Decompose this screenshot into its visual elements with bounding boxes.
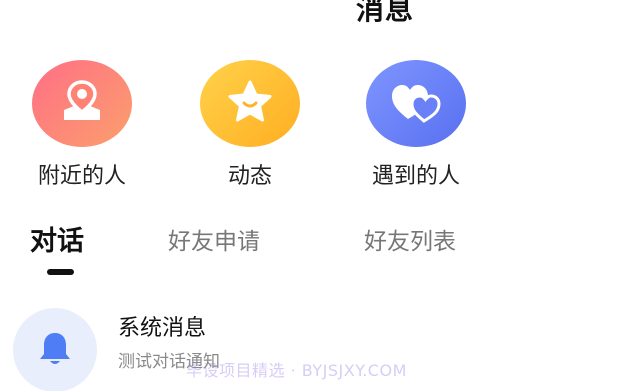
tab-friend-requests[interactable]: 好友申请: [168, 222, 260, 256]
shortcut-label: 动态: [227, 164, 272, 189]
shortcut-label: 遇到的人: [371, 164, 460, 189]
watermark-text: 毕设项目精选 · BYJSJXY.COM: [186, 361, 407, 380]
message-title: 系统消息: [118, 316, 207, 341]
star-icon: [225, 77, 275, 131]
tab-chat[interactable]: 对话: [30, 219, 84, 258]
shortcut-nearby-people[interactable]: 附近的人: [12, 60, 152, 190]
page-title: 消息: [356, 0, 415, 26]
shortcut-label: 附近的人: [37, 164, 126, 189]
met-people-circle: [366, 60, 466, 147]
bell-icon: [37, 329, 73, 371]
feed-circle: [200, 60, 300, 147]
tab-friend-list[interactable]: 好友列表: [364, 222, 456, 256]
shortcut-met-people[interactable]: 遇到的人: [346, 60, 486, 190]
messages-page: 消息 附近的人 动态 遇到的人 对话 好友申请 好友列表 系统消息 测试对话通知…: [0, 0, 627, 391]
tab-bar: 对话 好友申请 好友列表: [0, 222, 627, 282]
nearby-people-circle: [32, 60, 132, 147]
location-pin-icon: [56, 76, 108, 132]
hearts-icon: [388, 77, 444, 131]
shortcut-feed[interactable]: 动态: [180, 60, 320, 190]
active-tab-indicator: [47, 269, 74, 275]
avatar: [13, 308, 97, 391]
